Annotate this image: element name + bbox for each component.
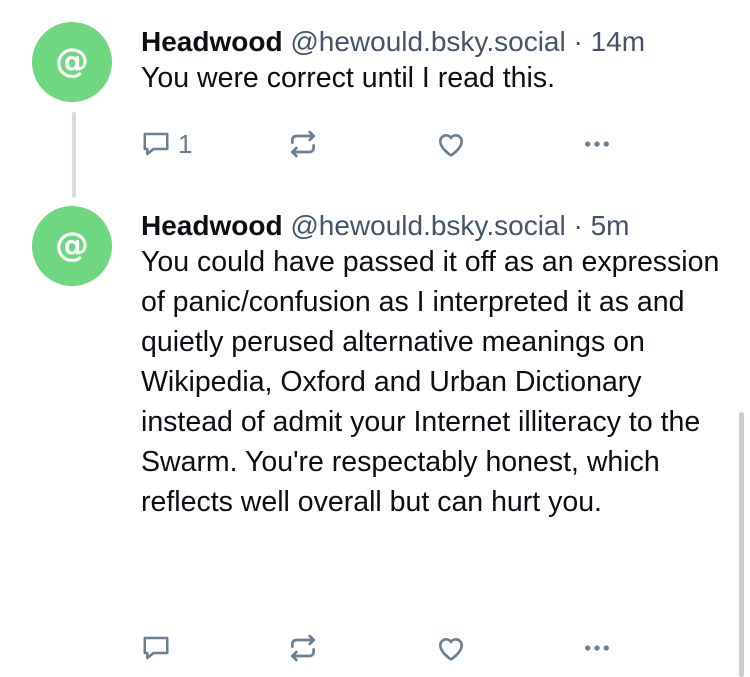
post-actions: [141, 630, 641, 666]
reply-icon: [143, 636, 169, 660]
author-handle[interactable]: @hewould.bsky.social: [290, 210, 565, 241]
avatar-at-glyph: @: [55, 41, 89, 81]
author-name[interactable]: Headwood: [141, 26, 283, 57]
repost-icon: [291, 130, 315, 158]
separator-dot: ·: [573, 210, 583, 241]
like-button[interactable]: [435, 630, 467, 666]
avatar-at-glyph: @: [55, 225, 89, 265]
more-icon: [585, 141, 609, 147]
post-content: Headwood @hewould.bsky.social · 14m You …: [141, 24, 721, 98]
more-icon: [585, 645, 609, 651]
avatar[interactable]: @: [32, 206, 112, 286]
author-handle[interactable]: @hewould.bsky.social: [290, 26, 565, 57]
reply-button[interactable]: 1: [141, 126, 192, 162]
like-icon: [439, 134, 463, 157]
repost-button[interactable]: [287, 630, 319, 666]
scrollbar-thumb[interactable]: [739, 412, 744, 677]
post-content: Headwood @hewould.bsky.social · 5m You c…: [141, 208, 721, 522]
post-timestamp[interactable]: 14m: [591, 26, 645, 57]
thread-connector-line: [72, 112, 76, 198]
post-text: You were correct until I read this.: [141, 62, 555, 94]
author-name[interactable]: Headwood: [141, 210, 283, 241]
post-timestamp[interactable]: 5m: [591, 210, 630, 241]
more-options-button[interactable]: [581, 630, 613, 666]
separator-dot: ·: [573, 26, 583, 57]
post-text: You could have passed it off as an expre…: [141, 246, 720, 518]
post-header: Headwood @hewould.bsky.social · 5m: [141, 208, 721, 244]
repost-button[interactable]: [287, 126, 319, 162]
more-options-button[interactable]: [581, 126, 613, 162]
post-header: Headwood @hewould.bsky.social · 14m: [141, 24, 721, 60]
reply-button[interactable]: [141, 630, 178, 666]
like-button[interactable]: [435, 126, 467, 162]
avatar[interactable]: @: [32, 22, 112, 102]
repost-icon: [291, 634, 315, 662]
reply-icon: [143, 132, 169, 156]
post-actions: 1: [141, 126, 641, 162]
like-icon: [439, 638, 463, 661]
reply-count: 1: [178, 129, 193, 159]
